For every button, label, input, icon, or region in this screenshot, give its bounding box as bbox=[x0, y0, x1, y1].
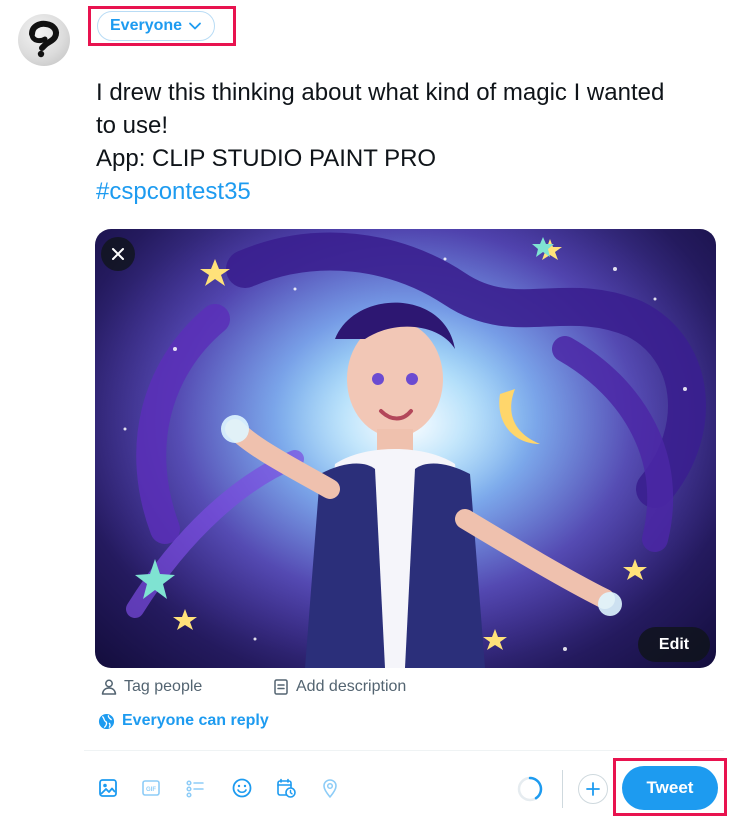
toolbar-separator bbox=[562, 770, 563, 808]
tweet-text-line: App: CLIP STUDIO PAINT PRO bbox=[96, 145, 437, 172]
tag-people-button[interactable]: Tag people bbox=[100, 676, 202, 698]
artwork-image bbox=[95, 229, 716, 668]
add-emoji-button[interactable] bbox=[230, 776, 254, 800]
chevron-down-icon bbox=[189, 22, 201, 30]
media-attachment[interactable] bbox=[95, 229, 716, 668]
character-count-ring bbox=[517, 776, 543, 802]
location-icon bbox=[323, 779, 337, 798]
add-description-button[interactable]: Add description bbox=[272, 676, 406, 698]
reply-setting-button[interactable]: Everyone can reply bbox=[98, 709, 269, 733]
svg-text:GIF: GIF bbox=[146, 787, 156, 793]
plus-icon bbox=[586, 782, 600, 796]
remove-media-button[interactable] bbox=[101, 237, 135, 271]
add-thread-tweet-button[interactable] bbox=[578, 774, 608, 804]
globe-icon bbox=[98, 713, 115, 729]
schedule-tweet-button[interactable] bbox=[274, 776, 298, 800]
audience-label: Everyone bbox=[110, 17, 183, 34]
edit-media-button[interactable]: Edit bbox=[638, 627, 710, 662]
gif-icon: GIF bbox=[142, 780, 160, 796]
image-icon bbox=[99, 779, 117, 797]
poll-icon bbox=[186, 780, 204, 798]
tweet-text-area[interactable]: I drew this thinking about what kind of … bbox=[96, 76, 726, 208]
document-icon bbox=[274, 679, 288, 695]
person-icon bbox=[101, 679, 117, 695]
avatar[interactable] bbox=[18, 14, 70, 66]
clip-studio-logo-icon bbox=[29, 20, 59, 58]
add-location-button[interactable] bbox=[318, 776, 342, 800]
tweet-text-line: I drew this thinking about what kind of … bbox=[96, 79, 665, 106]
add-gif-button[interactable]: GIF bbox=[139, 776, 163, 800]
add-image-button[interactable] bbox=[96, 776, 120, 800]
reply-setting-label: Everyone can reply bbox=[122, 712, 269, 729]
tweet-button[interactable]: Tweet bbox=[622, 766, 718, 810]
hashtag-link[interactable]: #cspcontest35 bbox=[96, 175, 726, 208]
tweet-text-line: to use! bbox=[96, 112, 169, 139]
add-description-label: Add description bbox=[296, 678, 407, 695]
audience-selector-button[interactable]: Everyone bbox=[97, 11, 216, 41]
schedule-icon bbox=[277, 778, 296, 798]
close-icon bbox=[112, 248, 124, 260]
add-poll-button[interactable] bbox=[183, 776, 207, 800]
emoji-icon bbox=[232, 778, 252, 798]
tag-people-label: Tag people bbox=[124, 678, 203, 695]
divider bbox=[84, 750, 724, 751]
